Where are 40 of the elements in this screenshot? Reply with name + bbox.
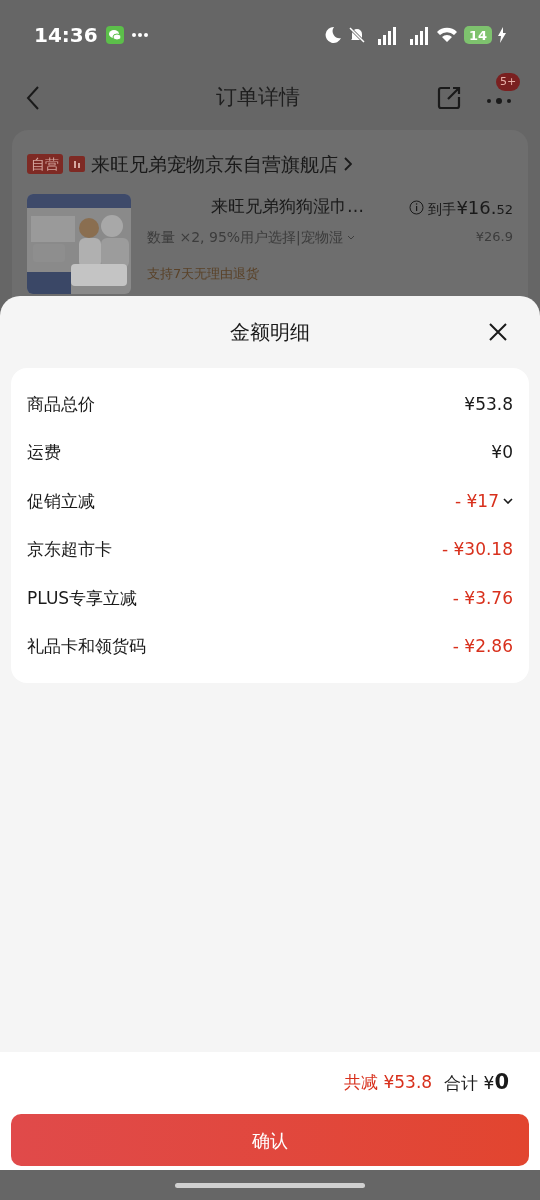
row-label: 商品总价 bbox=[27, 392, 95, 416]
final-price: 到手¥16.52 bbox=[428, 195, 513, 220]
row-amount: - ¥30.18 bbox=[441, 538, 513, 561]
total-savings: 共减 ¥53.8 bbox=[344, 1071, 433, 1095]
moon-icon bbox=[323, 26, 342, 44]
total-amount: 合计 ¥0 bbox=[444, 1069, 509, 1097]
info-icon[interactable] bbox=[409, 199, 425, 215]
home-indicator[interactable] bbox=[175, 1182, 365, 1188]
chevron-down-icon[interactable] bbox=[503, 498, 513, 505]
back-icon[interactable] bbox=[26, 84, 40, 111]
status-time: 14:36 bbox=[34, 22, 98, 49]
close-icon[interactable] bbox=[488, 322, 508, 342]
row-amount: - ¥17 bbox=[455, 489, 499, 513]
more-icon[interactable] bbox=[486, 96, 512, 105]
return-policy: 支持7天无理由退货 bbox=[147, 264, 261, 283]
store-name[interactable]: 来旺兄弟宠物京东自营旗舰店 bbox=[91, 150, 338, 179]
row-amount: ¥53.8 bbox=[464, 392, 513, 416]
sheet-title: 金额明细 bbox=[230, 319, 310, 346]
row-label: 礼品卡和领货码 bbox=[27, 635, 146, 658]
self-operated-tag: 自营 bbox=[27, 154, 63, 175]
page-title: 订单详情 bbox=[216, 83, 300, 111]
row-label: 京东超市卡 bbox=[27, 538, 112, 561]
row-amount: - ¥3.76 bbox=[452, 586, 513, 610]
product-title[interactable]: 来旺兄弟狗狗湿巾… bbox=[211, 194, 364, 220]
row-label: 促销立减 bbox=[27, 489, 95, 513]
store-icon bbox=[69, 156, 85, 173]
confirm-button[interactable]: 确认 bbox=[11, 1114, 529, 1166]
muted-bell-icon bbox=[347, 26, 366, 44]
row-label: PLUS专享立减 bbox=[27, 586, 138, 610]
more-icon bbox=[131, 33, 148, 37]
share-icon[interactable] bbox=[436, 84, 462, 111]
battery-icon: 14 bbox=[463, 26, 492, 44]
charging-icon bbox=[498, 27, 506, 43]
notification-badge: 5+ bbox=[496, 72, 521, 91]
row-amount: ¥0 bbox=[491, 441, 513, 464]
wifi-icon bbox=[435, 26, 458, 44]
row-label: 运费 bbox=[27, 441, 61, 464]
chat-app-icon bbox=[105, 26, 124, 44]
chevron-right-icon[interactable] bbox=[344, 157, 352, 172]
row-amount: - ¥2.86 bbox=[452, 635, 513, 658]
